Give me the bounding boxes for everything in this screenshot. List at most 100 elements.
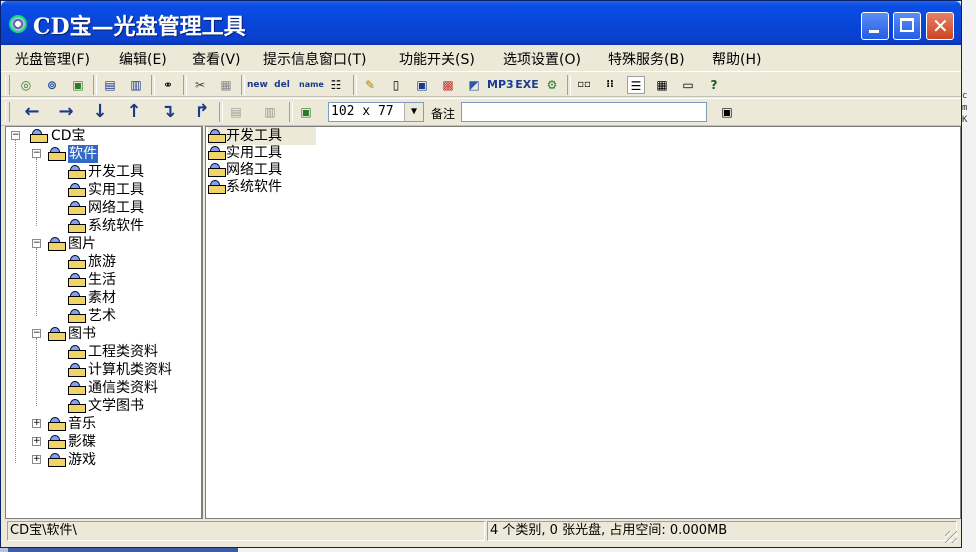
- title-bar[interactable]: CD宝—光盘管理工具 ✕: [1, 1, 961, 45]
- arrow-down-icon[interactable]: ↓: [89, 102, 111, 124]
- menu-view[interactable]: 查看(V): [192, 49, 241, 69]
- main-toolbar: ◎ ⊚ ▣ ▤ ▥ ⚭ ✂ ▦ new del name ☷ ✎ ▯ ▣ ▩ ◩…: [1, 71, 961, 97]
- binoculars-icon[interactable]: ⚭: [159, 76, 177, 94]
- thumbnail-size-icon[interactable]: ▣: [297, 103, 315, 121]
- folder-icon: [68, 255, 86, 269]
- menu-tip-window[interactable]: 提示信息窗口(T): [263, 49, 366, 69]
- toolbar-grip[interactable]: [5, 75, 10, 95]
- menu-options[interactable]: 选项设置(O): [503, 49, 581, 69]
- folder-icon: [208, 129, 226, 143]
- menu-special-services[interactable]: 特殊服务(B): [608, 49, 685, 69]
- thumbnail-size-select[interactable]: 102 x 77 ▼: [328, 102, 424, 122]
- cd-copy-icon[interactable]: ▣: [69, 76, 87, 94]
- edge-text: c: [962, 91, 968, 101]
- folder-icon: [68, 309, 86, 323]
- collapse-toggle[interactable]: −: [11, 131, 20, 140]
- folder-icon: [68, 291, 86, 305]
- mp3-icon[interactable]: MP3: [487, 76, 514, 94]
- expand-toggle[interactable]: +: [32, 455, 41, 464]
- menu-bar: 光盘管理(F) 编辑(E) 查看(V) 提示信息窗口(T) 功能开关(S) 选项…: [1, 45, 961, 71]
- tree-leaf-label: 旅游: [88, 254, 116, 270]
- menu-feature-switch[interactable]: 功能开关(S): [399, 49, 475, 69]
- tree-node-label: 音乐: [68, 416, 96, 432]
- note-icon[interactable]: ▯: [387, 76, 405, 94]
- details-icon[interactable]: ☰: [627, 76, 645, 94]
- tree-line: [36, 158, 37, 226]
- paste-icon[interactable]: ▦: [217, 76, 235, 94]
- arrow-up-icon[interactable]: ↑: [123, 102, 145, 124]
- folder-browse-icon[interactable]: ▣: [717, 103, 737, 121]
- list-item-label: 实用工具: [226, 145, 282, 161]
- tree-leaf-label: 素材: [88, 290, 116, 306]
- folder-icon: [68, 345, 86, 359]
- image-icon[interactable]: ▩: [439, 76, 457, 94]
- toolbar-separator: [151, 75, 155, 95]
- toolbar-grip[interactable]: [5, 102, 10, 122]
- category-tree[interactable]: − CD宝 − 软件 开发工具 实用工具 网络工具 系统软件 − 图片 旅游 生…: [5, 126, 203, 519]
- collapse-toggle[interactable]: −: [32, 149, 41, 158]
- cut-icon[interactable]: ✂: [191, 76, 209, 94]
- cd-export-icon[interactable]: ▥: [127, 76, 145, 94]
- collapse-toggle[interactable]: −: [32, 329, 41, 338]
- folder-icon: [208, 163, 226, 177]
- resize-grip[interactable]: [945, 531, 957, 543]
- list-item-label: 开发工具: [226, 128, 282, 144]
- cd-import-icon[interactable]: ▤: [101, 76, 119, 94]
- grid-icon[interactable]: ▦: [653, 76, 671, 94]
- folder-icon: [208, 180, 226, 194]
- folder-icon: [48, 237, 66, 251]
- window-icon[interactable]: ▭: [679, 76, 697, 94]
- cd-scan-icon[interactable]: ◎: [17, 76, 35, 94]
- small-icons-icon[interactable]: ▫▫: [575, 76, 593, 94]
- tree-leaf-label: 通信类资料: [88, 380, 158, 396]
- expand-toggle[interactable]: +: [32, 419, 41, 428]
- toolbar-separator: [219, 102, 223, 122]
- status-path: CD宝\软件\: [7, 521, 485, 541]
- list-item[interactable]: 开发工具: [208, 127, 316, 145]
- rename-icon[interactable]: name: [299, 76, 324, 94]
- list-item-label: 系统软件: [226, 179, 282, 195]
- list-item-label: 网络工具: [226, 162, 282, 178]
- menu-help[interactable]: 帮助(H): [712, 49, 761, 69]
- tree-root-label: CD宝: [51, 128, 86, 144]
- arrow-turn-down-icon[interactable]: ↴: [157, 102, 179, 124]
- chevron-down-icon[interactable]: ▼: [404, 103, 423, 121]
- disk-icon[interactable]: ▣: [413, 76, 431, 94]
- cd-search-icon[interactable]: ⊚: [43, 76, 61, 94]
- navigation-toolbar: ← → ↓ ↑ ↴ ↱ ▤ ▥ ▣ 102 x 77 ▼ 备注 ▣: [1, 98, 961, 126]
- folder-icon: [68, 273, 86, 287]
- content-list[interactable]: 开发工具 实用工具 网络工具 系统软件: [205, 126, 961, 519]
- close-button[interactable]: ✕: [926, 12, 954, 40]
- close-icon: ✕: [932, 14, 949, 38]
- menu-edit[interactable]: 编辑(E): [119, 49, 167, 69]
- edge-text: m: [962, 103, 968, 113]
- 3d-box-icon[interactable]: ◩: [465, 76, 483, 94]
- new-folder-icon[interactable]: new: [247, 76, 268, 94]
- arrow-turn-up-icon[interactable]: ↱: [191, 102, 213, 124]
- help-icon[interactable]: ?: [705, 76, 723, 94]
- window-title: CD宝—光盘管理工具: [33, 14, 246, 40]
- exe-icon[interactable]: EXE: [515, 76, 539, 94]
- minimize-icon: [869, 30, 879, 33]
- collapse-toggle[interactable]: −: [32, 239, 41, 248]
- list-icon[interactable]: ⁝⁝: [601, 76, 619, 94]
- note-input[interactable]: [461, 102, 707, 122]
- tree-node-label: 图书: [68, 326, 96, 342]
- cd-app-icon[interactable]: [9, 15, 27, 33]
- maximize-button[interactable]: [893, 12, 921, 40]
- tree-node-label: 游戏: [68, 452, 96, 468]
- minimize-button[interactable]: [861, 12, 889, 40]
- tree-icon[interactable]: ☷: [327, 76, 345, 94]
- expand-toggle[interactable]: +: [32, 437, 41, 446]
- background-window-edge: c m K: [962, 90, 976, 150]
- tree-leaf-label: 工程类资料: [88, 344, 158, 360]
- delete-folder-icon[interactable]: del: [273, 76, 291, 94]
- toolbar-separator: [183, 75, 187, 95]
- tree-leaf-label: 生活: [88, 272, 116, 288]
- arrow-right-icon[interactable]: →: [55, 102, 77, 124]
- edit-icon[interactable]: ✎: [361, 76, 379, 94]
- menu-disc-management[interactable]: 光盘管理(F): [15, 49, 90, 69]
- tools-icon[interactable]: ⚙: [543, 76, 561, 94]
- arrow-left-icon[interactable]: ←: [21, 102, 43, 124]
- tree-line: [15, 140, 16, 463]
